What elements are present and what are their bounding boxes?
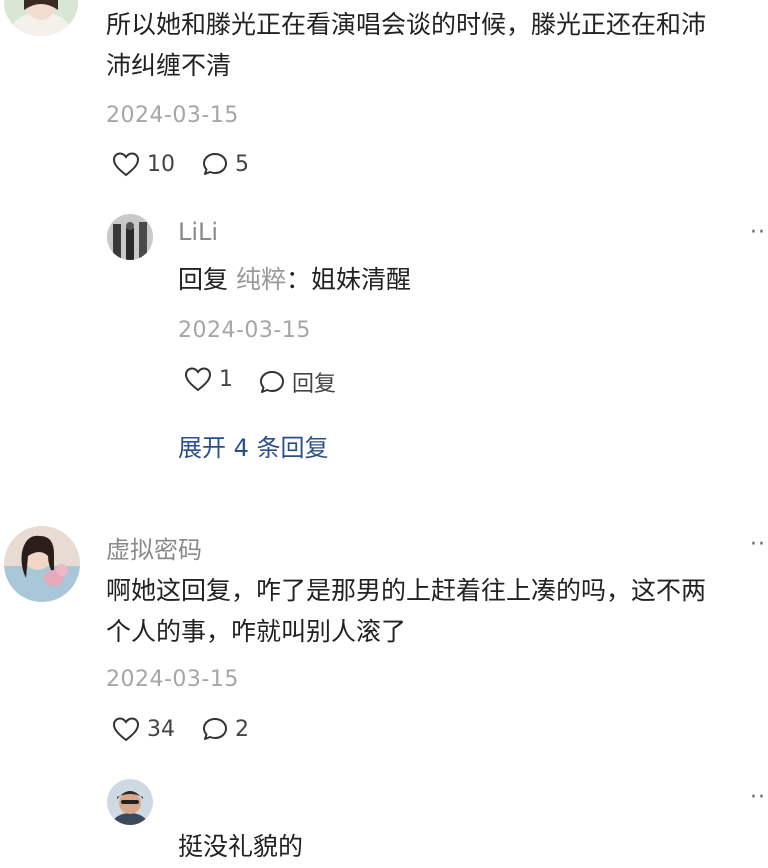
like-button[interactable]: 34	[112, 716, 175, 742]
heart-outline-icon	[112, 152, 140, 177]
commenter-avatar[interactable]	[4, 526, 80, 602]
reply-username[interactable]: LiLi	[178, 218, 218, 246]
reply-count: 2	[235, 716, 249, 742]
comment-replies-button[interactable]: 5	[202, 151, 249, 177]
comment-replies-button[interactable]: 2	[202, 716, 249, 742]
like-count: 34	[147, 716, 175, 742]
reply-text: 回复 纯粹：姐妹清醒	[178, 259, 411, 301]
reply-label: 回复	[292, 372, 337, 397]
comment-text-line: 个人的事，咋就叫别人滚了	[106, 617, 407, 646]
reply-prefix: 回复	[178, 265, 229, 294]
comment-text-line: 啊她这回复，咋了是那男的上赶着往上凑的吗，这不两	[106, 576, 707, 605]
expand-replies-link[interactable]: 展开 4 条回复	[178, 428, 329, 463]
reply-text: 挺没礼貌的	[178, 832, 304, 861]
like-button[interactable]: 1	[184, 366, 233, 392]
reply-avatar[interactable]	[107, 779, 153, 825]
reply-button[interactable]: 回复	[259, 366, 336, 398]
reply-target-user[interactable]: 纯粹	[236, 265, 286, 294]
like-count: 1	[219, 366, 233, 392]
reply-body: ：姐妹清醒	[285, 265, 411, 294]
like-count: 10	[147, 151, 175, 177]
commenter-avatar[interactable]	[4, 0, 78, 36]
more-dots-icon[interactable]: ···	[750, 785, 768, 810]
speech-bubble-icon	[203, 718, 227, 740]
reply-count: 5	[235, 151, 249, 177]
more-dots-icon[interactable]: ···	[750, 220, 768, 245]
heart-outline-icon	[112, 717, 140, 742]
reply-date: 2024-03-15	[178, 318, 311, 343]
more-dots-icon[interactable]: ···	[750, 532, 768, 557]
commenter-username[interactable]: 虚拟密码	[106, 530, 202, 565]
speech-bubble-icon	[203, 153, 227, 175]
reply-avatar[interactable]	[107, 214, 153, 260]
speech-bubble-icon	[260, 371, 284, 393]
comment-text-line: 沛纠缠不清	[106, 51, 232, 80]
comment-date: 2024-03-15	[106, 103, 239, 128]
comment-text-line: 所以她和滕光正在看演唱会谈的时候，滕光正还在和沛	[106, 10, 707, 39]
comment-date: 2024-03-15	[106, 667, 239, 692]
like-button[interactable]: 10	[112, 151, 175, 177]
heart-outline-icon	[184, 367, 212, 392]
